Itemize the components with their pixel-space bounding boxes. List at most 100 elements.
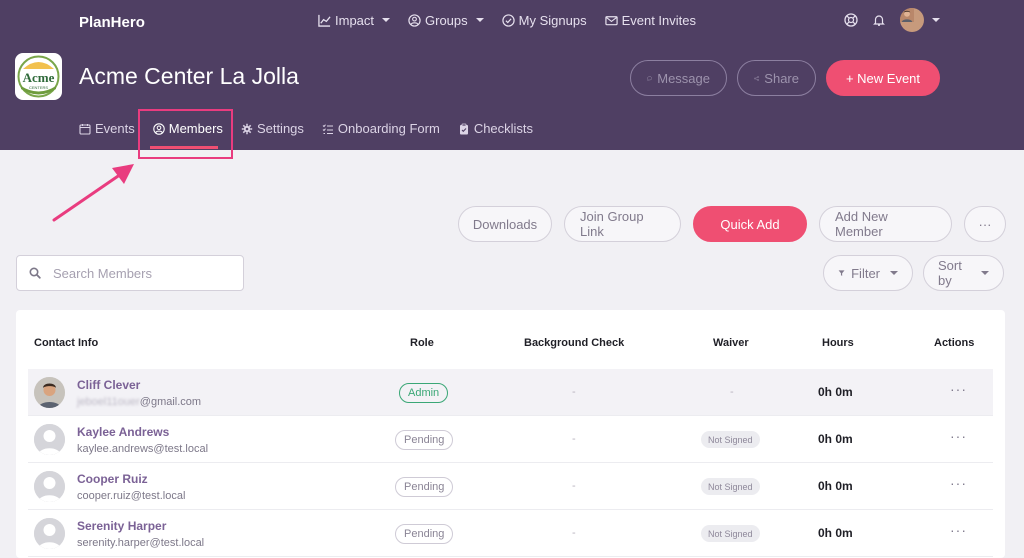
nav-item-label: Groups	[425, 12, 468, 28]
tab-label: Onboarding Form	[337, 121, 440, 136]
members-table: Contact Info Role Background Check Waive…	[16, 310, 1005, 558]
logo-text: Acme	[23, 70, 55, 85]
brand-logo[interactable]: PlanHero	[79, 14, 145, 31]
top-right-icons	[844, 8, 940, 32]
waiver-value: -	[730, 386, 734, 398]
column-header-background-check[interactable]: Background Check	[524, 337, 624, 349]
logo-subtext: CENTERS	[29, 85, 48, 90]
table-row[interactable]: Cooper Ruiz cooper.ruiz@test.local Pendi…	[28, 463, 993, 510]
column-header-role[interactable]: Role	[410, 337, 434, 349]
add-new-member-button[interactable]: Add New Member	[819, 206, 952, 242]
search-icon	[29, 267, 41, 279]
column-header-hours[interactable]: Hours	[822, 337, 854, 349]
chart-line-icon	[318, 14, 331, 27]
nav-item-event-invites[interactable]: Event Invites	[604, 12, 697, 28]
tab-events[interactable]: Events	[79, 121, 135, 136]
column-header-actions: Actions	[934, 337, 975, 349]
avatar	[900, 8, 924, 32]
message-button[interactable]: Message	[630, 60, 727, 96]
column-header-contact-info[interactable]: Contact Info	[34, 337, 98, 349]
envelope-icon	[604, 15, 618, 25]
more-options-button[interactable]: ···	[964, 206, 1006, 242]
nav-item-label: Impact	[335, 12, 375, 28]
tab-checklists[interactable]: Checklists	[458, 121, 533, 136]
sort-by-button[interactable]: Sort by	[923, 255, 1004, 291]
header-actions: Message Share + New Event	[630, 60, 940, 96]
chevron-down-icon	[890, 271, 898, 275]
downloads-button[interactable]: Downloads	[458, 206, 552, 242]
filter-button[interactable]: Filter	[823, 255, 913, 291]
avatar-placeholder	[34, 518, 65, 549]
email-domain: @gmail.com	[139, 396, 202, 408]
hours-value: 0h 0m	[818, 479, 853, 493]
member-email: kaylee.andrews@test.local	[77, 443, 209, 455]
background-check-value: -	[572, 527, 576, 539]
help-lifebuoy-icon[interactable]	[844, 13, 858, 27]
row-actions-button[interactable]: ···	[950, 428, 967, 444]
member-email: jeboel11ouer@gmail.com	[77, 396, 201, 408]
background-check-value: -	[572, 480, 576, 492]
bell-icon[interactable]	[872, 13, 886, 27]
column-header-waiver[interactable]: Waiver	[713, 337, 749, 349]
user-menu[interactable]	[900, 8, 940, 32]
message-label: Message	[657, 70, 710, 86]
tab-label: Checklists	[473, 121, 534, 136]
chevron-down-icon	[932, 18, 940, 22]
role-badge: Pending	[395, 524, 454, 544]
quick-add-button[interactable]: Quick Add	[693, 206, 807, 242]
tab-settings[interactable]: Settings	[241, 121, 304, 136]
join-group-link-button[interactable]: Join Group Link	[564, 206, 681, 242]
annotation-arrow	[52, 164, 134, 222]
funnel-icon	[838, 270, 845, 276]
member-name[interactable]: Cooper Ruiz	[77, 472, 148, 486]
redacted-email-part: jeboel11ouer	[77, 396, 140, 408]
avatar	[34, 377, 65, 408]
chevron-down-icon	[475, 18, 484, 22]
waiver-badge: Not Signed	[701, 431, 760, 448]
row-actions-button[interactable]: ···	[950, 475, 967, 491]
chevron-down-icon	[981, 271, 989, 275]
hours-value: 0h 0m	[818, 432, 853, 446]
sort-by-label: Sort by	[938, 258, 962, 288]
row-actions-button[interactable]: ···	[950, 381, 967, 397]
filter-label: Filter	[851, 265, 880, 281]
search-field[interactable]	[16, 255, 244, 291]
main-nav: Impact Groups My Signups Event Invites	[318, 12, 696, 28]
row-actions-button[interactable]: ···	[950, 522, 967, 538]
tab-onboarding-form[interactable]: Onboarding Form	[322, 121, 440, 136]
nav-item-my-signups[interactable]: My Signups	[501, 12, 587, 28]
member-email: cooper.ruiz@test.local	[77, 490, 186, 502]
org-logo: Acme CENTERS	[15, 53, 62, 100]
waiver-badge: Not Signed	[701, 525, 760, 542]
members-toolbar: Downloads Join Group Link Quick Add Add …	[458, 206, 1006, 242]
share-icon	[754, 75, 760, 81]
role-badge: Pending	[395, 477, 454, 497]
background-check-value: -	[572, 386, 576, 398]
search-input[interactable]	[53, 265, 223, 281]
nav-item-groups[interactable]: Groups	[408, 12, 484, 28]
new-event-button[interactable]: + New Event	[826, 60, 940, 96]
avatar-placeholder	[34, 424, 65, 455]
member-name[interactable]: Cliff Clever	[77, 378, 140, 392]
background-check-value: -	[572, 433, 576, 445]
role-badge: Pending	[395, 430, 454, 450]
clipboard-icon	[459, 123, 468, 134]
page-title: Acme Center La Jolla	[79, 63, 299, 89]
nav-item-impact[interactable]: Impact	[318, 12, 391, 28]
nav-item-label: My Signups	[518, 12, 587, 28]
calendar-icon	[79, 123, 91, 135]
member-name[interactable]: Kaylee Andrews	[77, 425, 169, 439]
hours-value: 0h 0m	[818, 526, 853, 540]
nav-item-label: Event Invites	[621, 12, 697, 28]
member-name[interactable]: Serenity Harper	[77, 519, 166, 533]
table-row[interactable]: Cliff Clever jeboel11ouer@gmail.com Admi…	[28, 369, 993, 416]
role-badge: Admin	[399, 383, 449, 403]
share-button[interactable]: Share	[737, 60, 816, 96]
hours-value: 0h 0m	[818, 385, 853, 399]
tab-label: Events	[95, 121, 135, 136]
table-row[interactable]: Serenity Harper serenity.harper@test.loc…	[28, 510, 993, 557]
filter-controls: Filter Sort by	[823, 255, 1004, 291]
table-row[interactable]: Kaylee Andrews kaylee.andrews@test.local…	[28, 416, 993, 463]
annotation-highlight-box	[138, 109, 233, 159]
waiver-badge: Not Signed	[701, 478, 760, 495]
